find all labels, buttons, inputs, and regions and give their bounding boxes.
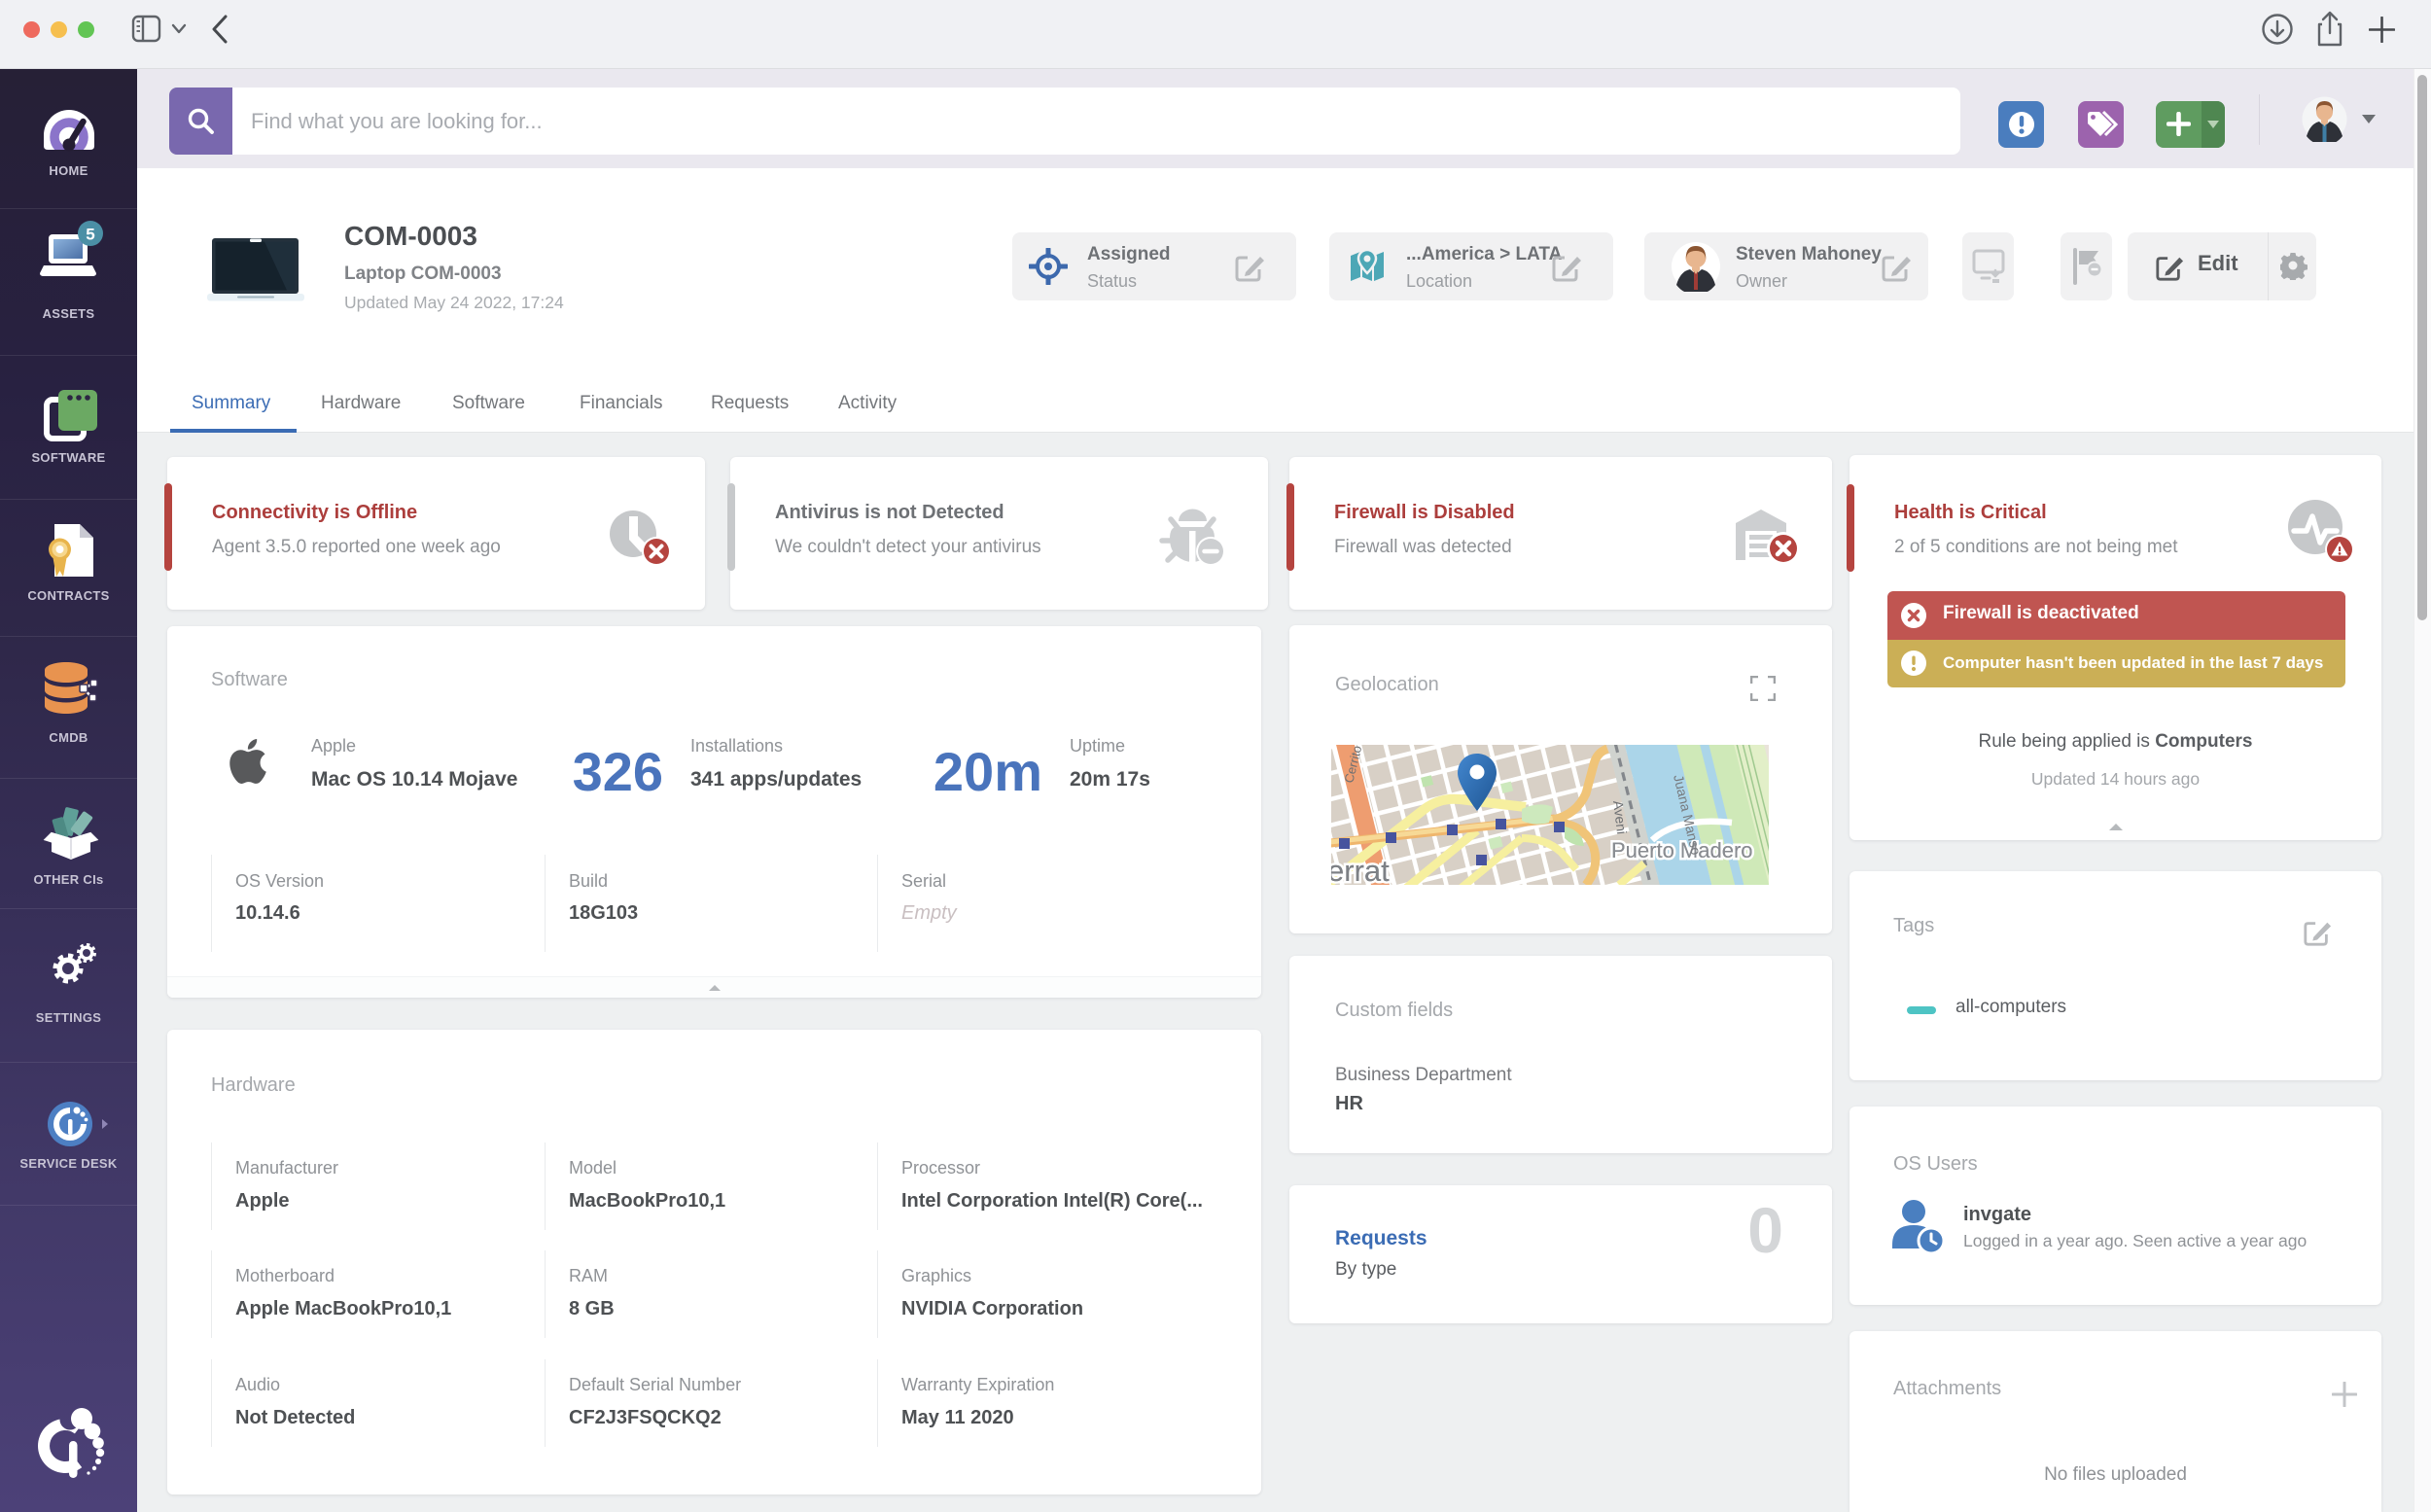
svg-text:errat: errat xyxy=(1331,854,1390,885)
svg-text:5: 5 xyxy=(86,226,94,244)
svg-text:Puerto Madero: Puerto Madero xyxy=(1611,838,1753,862)
